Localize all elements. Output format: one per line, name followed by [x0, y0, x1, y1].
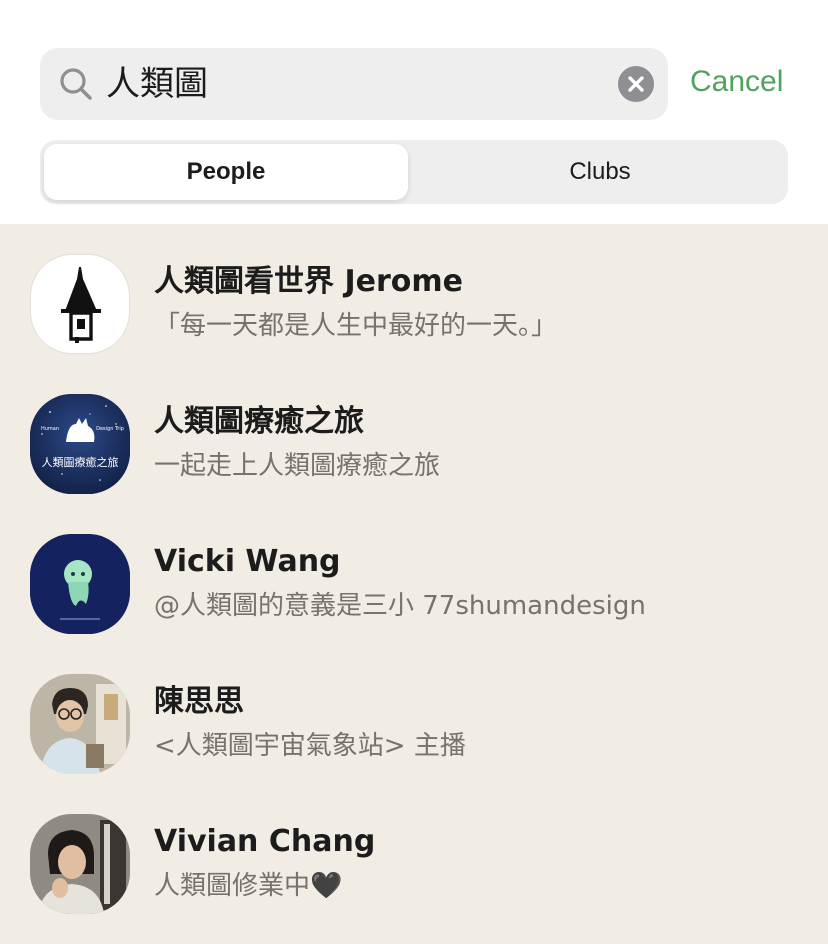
- search-icon: [60, 68, 92, 100]
- list-item[interactable]: 人類圖療癒之旅 Human Design Trip 人類圖療癒之旅 一起走上人類…: [0, 364, 828, 504]
- avatar: 人類圖療癒之旅 Human Design Trip: [30, 394, 130, 494]
- tab-clubs[interactable]: Clubs: [418, 154, 782, 190]
- avatar-art-small-text: Design Trip: [96, 426, 124, 432]
- result-name: 人類圖療癒之旅: [154, 404, 364, 439]
- house-sketch-icon: [61, 267, 101, 343]
- search-header: 人類圖 Cancel People Clubs: [0, 0, 828, 224]
- result-name: 人類圖看世界 Jerome: [154, 264, 463, 299]
- person-photo-placeholder: [30, 674, 130, 774]
- result-subtitle: 人類圖修業中🖤: [154, 871, 343, 901]
- avatar: [30, 814, 130, 914]
- result-name: 陳思思: [154, 684, 244, 719]
- list-item[interactable]: 陳思思 <人類圖宇宙氣象站> 主播: [0, 644, 828, 784]
- avatar-art-text: 人類圖療癒之旅: [42, 455, 119, 469]
- result-subtitle: <人類圖宇宙氣象站> 主播: [154, 731, 466, 761]
- result-name: Vivian Chang: [154, 824, 376, 859]
- avatar: [30, 534, 130, 634]
- clear-search-button[interactable]: [618, 66, 654, 102]
- avatar: [30, 674, 130, 774]
- ghost-character-art: [30, 534, 130, 634]
- cancel-button[interactable]: Cancel: [690, 60, 783, 104]
- close-icon: [628, 76, 644, 92]
- person-photo-placeholder: [30, 814, 130, 914]
- cat-night-sky-art: 人類圖療癒之旅 Human Design Trip: [30, 394, 130, 494]
- list-item[interactable]: 人類圖看世界 Jerome 「每一天都是人生中最好的一天。」: [0, 224, 828, 364]
- search-input[interactable]: 人類圖: [106, 61, 208, 107]
- result-subtitle: 「每一天都是人生中最好的一天。」: [154, 311, 558, 341]
- segmented-control: People Clubs: [40, 140, 788, 204]
- search-field[interactable]: 人類圖: [40, 48, 668, 120]
- result-subtitle: 一起走上人類圖療癒之旅: [154, 451, 441, 481]
- avatar-art-small-text: Human: [41, 426, 59, 432]
- list-item[interactable]: Vicki Wang @人類圖的意義是三小 77shumandesign: [0, 504, 828, 644]
- result-name: Vicki Wang: [154, 544, 341, 579]
- result-subtitle: @人類圖的意義是三小 77shumandesign: [154, 591, 646, 621]
- list-item[interactable]: Vivian Chang 人類圖修業中🖤: [0, 784, 828, 924]
- avatar: [30, 254, 130, 354]
- tab-people[interactable]: People: [44, 154, 408, 190]
